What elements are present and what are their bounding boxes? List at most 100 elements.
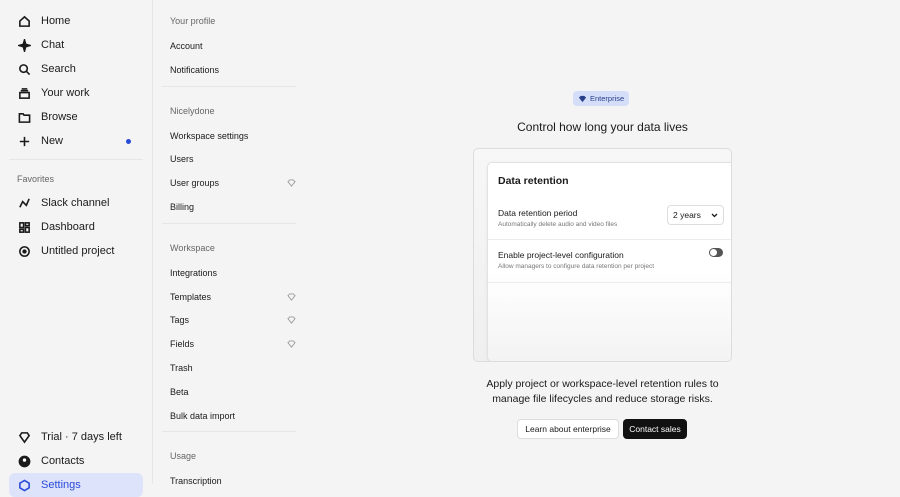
enterprise-badge: Enterprise	[573, 91, 630, 106]
nav-browse[interactable]: Browse	[9, 105, 143, 129]
nav-your-work[interactable]: Your work	[9, 81, 143, 105]
project-config-toggle[interactable]	[709, 248, 723, 257]
item-label: Workspace settings	[170, 130, 249, 141]
settings-nav-item[interactable]: Billing	[170, 199, 296, 215]
item-label: Templates	[170, 291, 212, 302]
nav-label: Slack channel	[41, 197, 110, 209]
gem-icon	[287, 179, 296, 188]
nav-label: New	[41, 135, 64, 147]
gem-icon	[17, 430, 31, 444]
chevron-down-icon	[711, 213, 718, 217]
item-label: Billing	[170, 202, 195, 212]
preview-card: Data retention Data retention period Aut…	[473, 148, 732, 362]
compass-icon	[17, 244, 31, 258]
period-label: Data retention period	[498, 208, 578, 218]
settings-nav-item[interactable]: Integrations	[170, 265, 296, 281]
nav-trial[interactable]: Trial · 7 days left	[9, 425, 143, 449]
notification-dot	[126, 138, 131, 144]
nav-contacts[interactable]: Contacts	[9, 449, 143, 473]
item-label: Integrations	[170, 267, 218, 278]
item-label: Tags	[170, 315, 190, 326]
nav-new[interactable]: New	[9, 129, 143, 153]
nav-search[interactable]: Search	[9, 57, 143, 81]
item-label: Users	[170, 154, 194, 165]
learn-about-enterprise-button[interactable]: Learn about enterprise	[517, 419, 619, 439]
nav-label: Your work	[41, 87, 90, 99]
divider	[162, 431, 296, 433]
favorites-heading: Favorites	[17, 174, 55, 184]
nav-label: Contacts	[41, 455, 85, 467]
settings-nav-item[interactable]: Fields	[170, 336, 296, 352]
nav-label: Settings	[41, 479, 81, 491]
settings-nav-item[interactable]: User groups	[170, 175, 296, 191]
settings-nav: Your profile Account Notifications Nicelydo…	[153, 0, 310, 486]
settings-nav-item[interactable]: Tags	[170, 312, 296, 328]
page-title: Control how long your data lives	[517, 120, 688, 134]
plus-icon	[17, 134, 31, 148]
chart-line-icon	[17, 196, 31, 210]
nav-label: Browse	[41, 111, 78, 123]
main-content: Enterprise Control how long your data li…	[310, 0, 900, 484]
divider	[162, 222, 296, 224]
settings-nav-item[interactable]: Notifications	[170, 62, 296, 78]
card-heading: Data retention	[498, 175, 569, 187]
section-heading: Workspace	[170, 242, 215, 253]
select-value: 2 years	[673, 210, 701, 220]
badge-label: Enterprise	[590, 94, 625, 103]
settings-nav-item[interactable]: Templates	[170, 289, 296, 305]
stack-icon	[17, 86, 31, 100]
config-label: Enable project-level configuration	[498, 250, 624, 260]
item-label: Account	[170, 41, 203, 51]
section-heading: Nicelydone	[170, 105, 215, 116]
divider	[162, 85, 296, 87]
settings-nav-item[interactable]: Workspace settings	[170, 128, 296, 144]
nav-label: Home	[41, 15, 71, 27]
gem-icon	[287, 316, 296, 325]
retention-period-select[interactable]: 2 years	[667, 205, 724, 225]
nav-label: Chat	[41, 39, 65, 51]
item-label: User groups	[170, 178, 220, 189]
config-subtext: Allow managers to configure data retenti…	[498, 263, 655, 270]
item-label: Beta	[170, 386, 189, 397]
nav-home[interactable]: Home	[9, 9, 143, 33]
settings-nav-item[interactable]: Users	[170, 151, 296, 167]
period-subtext: Automatically delete audio and video fil…	[498, 221, 618, 228]
sparkle-icon	[17, 38, 31, 52]
settings-nav-item[interactable]: Beta	[170, 384, 296, 400]
settings-nav-item[interactable]: Account	[170, 38, 296, 54]
project-config-row: Enable project-level configuration Allow…	[488, 240, 731, 283]
favorite-untitled-project[interactable]: Untitled project	[9, 239, 143, 263]
divider	[9, 159, 143, 160]
folder-icon	[17, 110, 31, 124]
favorite-dashboard[interactable]: Dashboard	[9, 215, 143, 239]
item-label: Trash	[170, 363, 193, 373]
gem-icon	[287, 340, 296, 349]
gem-icon	[578, 95, 587, 102]
nav-label: Trial · 7 days left	[41, 431, 122, 443]
sidebar: Home Chat Search Your work Browse New Fa…	[0, 0, 153, 497]
dashboard-icon	[17, 220, 31, 234]
settings-icon	[17, 478, 31, 492]
nav-label: Search	[41, 63, 76, 75]
item-label: Bulk data import	[170, 410, 236, 421]
nav-label: Dashboard	[41, 221, 95, 233]
item-label: Notifications	[170, 64, 220, 75]
home-icon	[17, 14, 31, 28]
settings-nav-item[interactable]: Bulk data import	[170, 408, 296, 424]
section-heading: Usage	[170, 451, 197, 462]
section-heading: Your profile	[170, 16, 216, 26]
search-icon	[17, 62, 31, 76]
description: Apply project or workspace-level retenti…	[486, 378, 719, 405]
nav-label: Untitled project	[41, 245, 115, 257]
gem-icon	[287, 293, 296, 301]
contact-sales-button[interactable]: Contact sales	[623, 419, 687, 439]
favorite-slack-channel[interactable]: Slack channel	[9, 191, 143, 215]
user-circle-icon	[17, 454, 31, 468]
nav-chat[interactable]: Chat	[9, 33, 143, 57]
nav-settings[interactable]: Settings	[9, 473, 143, 497]
item-label: Transcription	[170, 476, 222, 487]
settings-nav-item[interactable]: Transcription	[170, 473, 296, 489]
item-label: Fields	[170, 339, 195, 350]
data-retention-card: Data retention Data retention period Aut…	[487, 162, 731, 361]
settings-nav-item[interactable]: Trash	[170, 360, 296, 376]
